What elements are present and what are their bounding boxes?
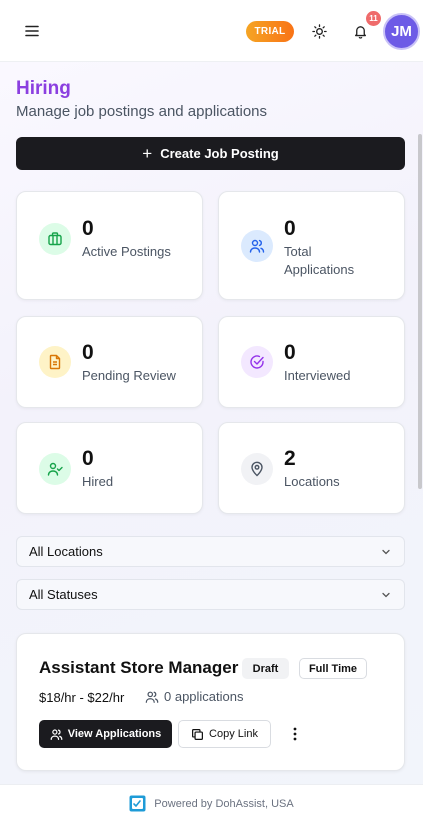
applications-count-text: 0 applications: [164, 689, 244, 704]
location-filter-value: All Locations: [29, 544, 103, 559]
stat-label: Hired: [82, 474, 114, 489]
copy-link-label: Copy Link: [209, 728, 258, 740]
avatar[interactable]: JM: [383, 13, 420, 50]
more-options-icon[interactable]: [287, 725, 303, 743]
page-subtitle: Manage job postings and applications: [16, 103, 268, 120]
stat-card-interviewed: 0 Interviewed: [218, 316, 405, 408]
check-circle-icon: [241, 346, 273, 378]
trial-badge[interactable]: TRIAL: [246, 21, 294, 42]
users-icon: [50, 728, 63, 740]
stat-card-hired: 0 Hired: [16, 422, 203, 514]
job-title: Assistant Store Manager: [39, 658, 239, 677]
main-content: Hiring Manage job postings and applicati…: [0, 62, 423, 784]
view-applications-label: View Applications: [67, 728, 162, 740]
chevron-down-icon: [382, 592, 390, 598]
stat-card-pending-review: 0 Pending Review: [16, 316, 203, 408]
scrollbar[interactable]: [418, 134, 422, 489]
plus-icon: +: [142, 144, 153, 163]
create-job-posting-label: Create Job Posting: [160, 146, 279, 161]
stat-label: Active Postings: [82, 244, 171, 259]
footer: Powered by DohAssist, USA: [0, 784, 423, 822]
bell-icon[interactable]: [350, 21, 370, 41]
document-icon: [39, 346, 71, 378]
stat-value: 2: [284, 447, 296, 470]
stat-label: Pending Review: [82, 368, 176, 383]
copy-link-button[interactable]: Copy Link: [178, 720, 271, 748]
status-filter-select[interactable]: All Statuses: [16, 579, 405, 610]
stat-card-total-applications: 0 Total Applications: [218, 191, 405, 300]
stat-value: 0: [284, 217, 296, 240]
view-applications-button[interactable]: View Applications: [39, 720, 172, 748]
menu-icon[interactable]: [22, 21, 42, 41]
status-filter-value: All Statuses: [29, 587, 98, 602]
briefcase-icon: [39, 223, 71, 255]
copy-icon: [192, 728, 204, 740]
employment-type-badge: Full Time: [299, 658, 367, 679]
stat-value: 0: [82, 217, 94, 240]
applications-count: 0 applications: [145, 689, 244, 704]
stat-card-active-postings: 0 Active Postings: [16, 191, 203, 300]
sun-icon[interactable]: [309, 21, 329, 41]
page-title: Hiring: [16, 78, 71, 99]
location-filter-select[interactable]: All Locations: [16, 536, 405, 567]
stat-value: 0: [82, 447, 94, 470]
stat-card-locations: 2 Locations: [218, 422, 405, 514]
user-check-icon: [39, 453, 71, 485]
chevron-down-icon: [382, 549, 390, 555]
job-posting-card: Assistant Store Manager Draft Full Time …: [16, 633, 405, 771]
salary-range: $18/hr - $22/hr: [39, 690, 125, 705]
top-bar: TRIAL 11 JM: [0, 0, 423, 62]
stat-label: Locations: [284, 474, 340, 489]
stat-value: 0: [284, 341, 296, 364]
status-badge: Draft: [242, 658, 289, 679]
notification-count-badge: 11: [366, 11, 381, 26]
create-job-posting-button[interactable]: + Create Job Posting: [16, 137, 405, 170]
footer-text: Powered by DohAssist, USA: [154, 797, 294, 810]
users-icon: [145, 691, 159, 703]
map-pin-icon: [241, 453, 273, 485]
stat-value: 0: [82, 341, 94, 364]
stat-label: Total Applications: [284, 244, 355, 277]
users-icon: [241, 230, 273, 262]
stat-label: Interviewed: [284, 368, 351, 383]
dohassist-logo-icon: [129, 795, 146, 812]
